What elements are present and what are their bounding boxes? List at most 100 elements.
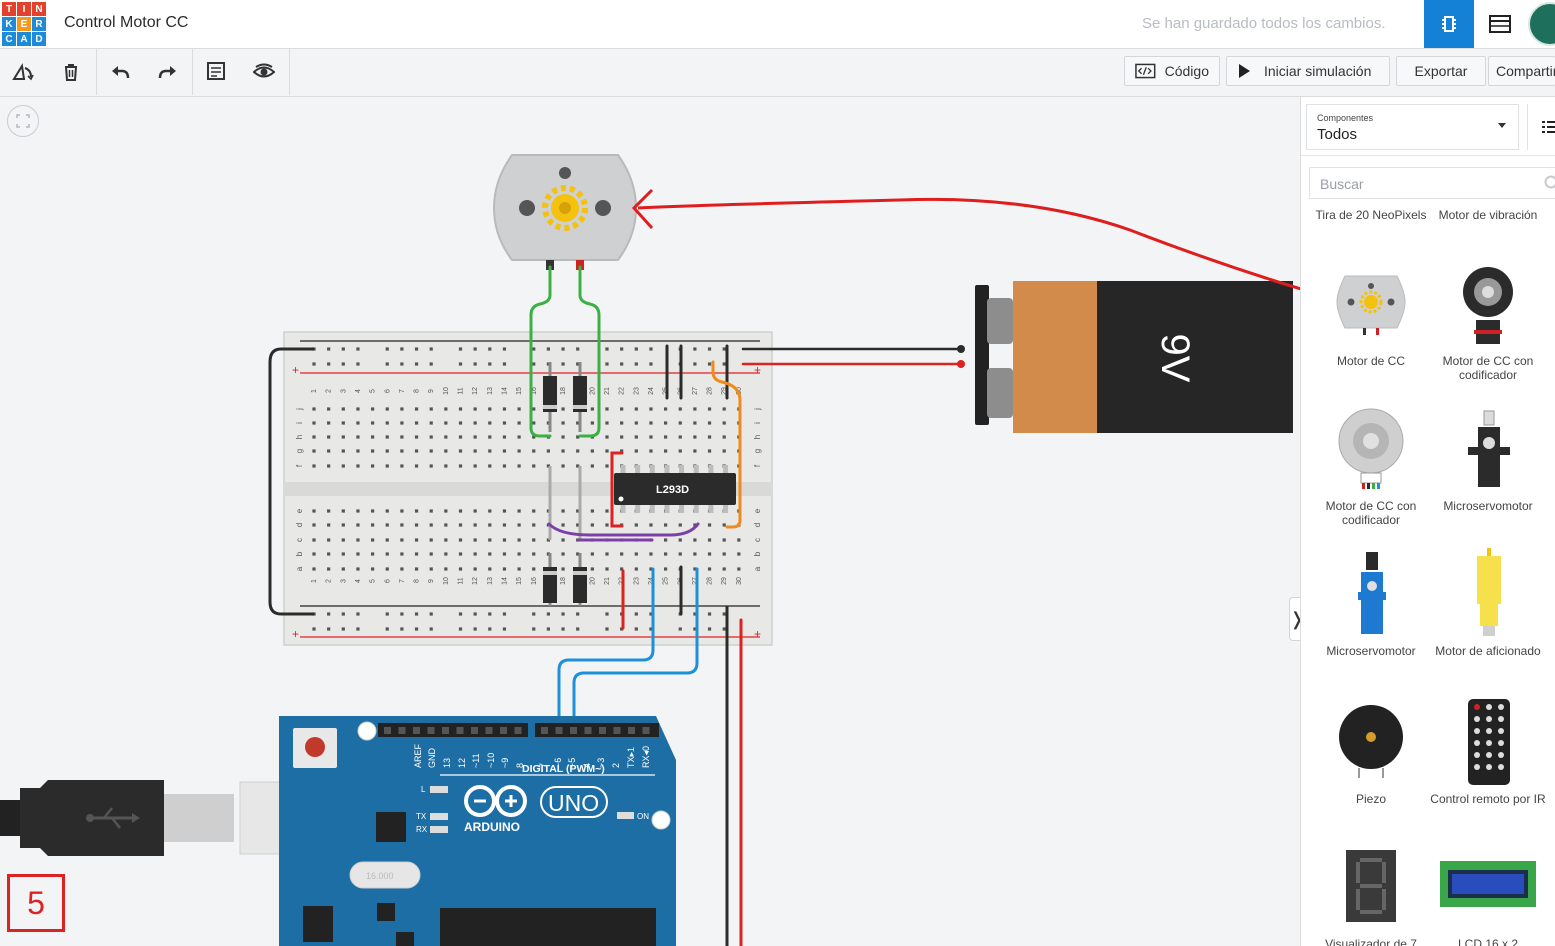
component-micro-servo[interactable]: Microservomotor bbox=[1429, 407, 1547, 527]
arduino-pin-label: TX▸1 bbox=[626, 747, 636, 768]
undo-icon bbox=[112, 66, 130, 79]
schematic-view-button[interactable] bbox=[1476, 0, 1524, 48]
logo-letter: R bbox=[32, 17, 46, 31]
rotate-button[interactable] bbox=[0, 49, 46, 95]
notes-icon bbox=[207, 62, 225, 80]
row-letter: j bbox=[295, 408, 304, 411]
column-number: 1 bbox=[311, 389, 318, 393]
component-dc-motor[interactable]: Motor de CC bbox=[1312, 262, 1430, 372]
row-letter: i bbox=[753, 422, 762, 424]
arduino-pin-label: GND bbox=[427, 748, 437, 769]
chip-pin bbox=[649, 465, 655, 474]
search-input[interactable] bbox=[1318, 174, 1532, 194]
row-letter: d bbox=[295, 523, 304, 527]
list-view-button[interactable] bbox=[1527, 104, 1555, 150]
column-number: 3 bbox=[340, 389, 347, 393]
arduino-pin-label: 12 bbox=[457, 758, 467, 768]
hobby-motor-thumbnail bbox=[1477, 548, 1501, 636]
column-number: 21 bbox=[604, 577, 611, 585]
led-tx-label: TX bbox=[416, 812, 427, 821]
chip-pin bbox=[635, 504, 641, 513]
component-hobby-motor[interactable]: Motor de aficionado bbox=[1429, 548, 1547, 687]
column-number: 30 bbox=[736, 577, 743, 585]
column-number: 29 bbox=[721, 577, 728, 585]
component-ir-remote[interactable]: Control remoto por IR bbox=[1429, 697, 1547, 827]
circuit-drawing: 1122334455667788991010111112121313141415… bbox=[0, 154, 1300, 946]
chip-pin bbox=[693, 504, 699, 513]
component-label: Tira de 20 NeoPixels bbox=[1315, 208, 1427, 222]
components-category-select[interactable]: Componentes Todos bbox=[1306, 104, 1519, 150]
chip-pin bbox=[620, 504, 626, 513]
component-seven-segment[interactable]: Visualizador de 7 bbox=[1312, 847, 1430, 946]
seven-segment-thumbnail bbox=[1346, 850, 1396, 922]
component-dc-motor-encoder[interactable]: Motor de CC con codificador bbox=[1429, 262, 1547, 382]
column-number: 13 bbox=[487, 387, 494, 395]
code-button[interactable]: Código bbox=[1124, 56, 1220, 86]
logo-letter: T bbox=[2, 2, 16, 16]
arduino-pin-label: ~10 bbox=[486, 753, 496, 768]
save-status: Se han guardado todos los cambios. bbox=[1142, 15, 1386, 32]
logo-letter: E bbox=[17, 17, 31, 31]
column-number: 12 bbox=[472, 577, 479, 585]
arduino-pin-label: 2 bbox=[611, 763, 621, 768]
component-label: Microservomotor bbox=[1443, 499, 1533, 513]
micro-servo-thumbnail bbox=[1358, 552, 1386, 634]
tinkercad-logo[interactable]: T I N K E R C A D bbox=[2, 2, 46, 46]
component-dc-motor-encoder[interactable]: Motor de CC con codificador bbox=[1312, 407, 1430, 527]
panel-collapse-toggle[interactable]: ❭ bbox=[1289, 597, 1300, 641]
share-button[interactable]: Compartir bbox=[1488, 56, 1555, 86]
component-label: LCD 16 x 2 bbox=[1457, 937, 1519, 946]
toolbar-separator bbox=[289, 49, 290, 95]
component-lcd[interactable]: LCD 16 x 2 bbox=[1429, 847, 1547, 946]
circuit-view-icon bbox=[1442, 16, 1456, 32]
battery-9v[interactable]: 9V bbox=[957, 281, 1293, 433]
component-label: Visualizador de 7 bbox=[1325, 937, 1417, 946]
row-letter: e bbox=[295, 508, 304, 513]
delete-button[interactable] bbox=[48, 49, 94, 95]
uno-label: UNO bbox=[548, 790, 599, 816]
encoder-motor-thumbnail bbox=[1338, 408, 1404, 489]
component-neopixel-strip[interactable]: Tira de 20 NeoPixels bbox=[1312, 208, 1430, 222]
select-caption: Componentes bbox=[1317, 113, 1374, 123]
arduino-pin-label: AREF bbox=[413, 743, 423, 768]
led-l-label: L bbox=[421, 785, 426, 794]
project-title[interactable]: Control Motor CC bbox=[64, 14, 188, 32]
undo-button[interactable] bbox=[97, 49, 143, 95]
column-number: 18 bbox=[560, 577, 567, 585]
component-vibration-motor[interactable]: Motor de vibración bbox=[1429, 208, 1547, 222]
column-number: 15 bbox=[516, 387, 523, 395]
component-label: Microservomotor bbox=[1326, 644, 1416, 658]
column-number: 9 bbox=[428, 389, 435, 393]
chip-pin bbox=[664, 465, 670, 474]
column-number: 15 bbox=[516, 577, 523, 585]
chip-pin bbox=[649, 504, 655, 513]
column-number: 23 bbox=[633, 577, 640, 585]
panel-divider bbox=[1301, 155, 1555, 156]
component-label: Piezo bbox=[1355, 792, 1387, 806]
on-label: ON bbox=[637, 812, 649, 821]
redo-button[interactable] bbox=[145, 49, 191, 95]
circuit-view-button[interactable] bbox=[1424, 0, 1474, 48]
arduino-uno[interactable]: AREF GND 13 12 ~11 ~10 ~9 8 7 ~6 ~5 4 ~3 2 TX▸1 RX◂0 DI… bbox=[279, 716, 676, 946]
user-avatar[interactable] bbox=[1528, 2, 1555, 46]
component-search-box[interactable] bbox=[1309, 167, 1555, 199]
chip-pin bbox=[723, 465, 729, 474]
component-label: Motor de CC con codificador bbox=[1325, 499, 1417, 527]
row-letter: c bbox=[753, 538, 762, 542]
export-button[interactable]: Exportar bbox=[1396, 56, 1486, 86]
chip-pin bbox=[620, 465, 626, 474]
schematic-list-icon bbox=[1489, 15, 1511, 33]
dc-motor[interactable] bbox=[492, 154, 638, 270]
circuit-canvas[interactable]: 1 1 2 2 3 3 4 4 5 5 6 6 7 7 8 8 9 9 10 10 11 11 12 12 13 13 14 14 15… bbox=[0, 97, 1300, 946]
column-number: 20 bbox=[589, 577, 596, 585]
notes-button[interactable] bbox=[193, 49, 239, 95]
component-micro-servo[interactable]: Microservomotor bbox=[1312, 552, 1430, 672]
start-simulation-button[interactable]: Iniciar simulación bbox=[1226, 56, 1390, 86]
visibility-button[interactable] bbox=[241, 49, 287, 95]
arduino-pin-label: ~11 bbox=[471, 753, 481, 768]
component-piezo[interactable]: Piezo bbox=[1312, 702, 1430, 822]
column-number: 25 bbox=[663, 577, 670, 585]
column-number: 27 bbox=[692, 387, 699, 395]
led-rx-label: RX bbox=[416, 825, 428, 834]
column-number: 28 bbox=[707, 577, 714, 585]
